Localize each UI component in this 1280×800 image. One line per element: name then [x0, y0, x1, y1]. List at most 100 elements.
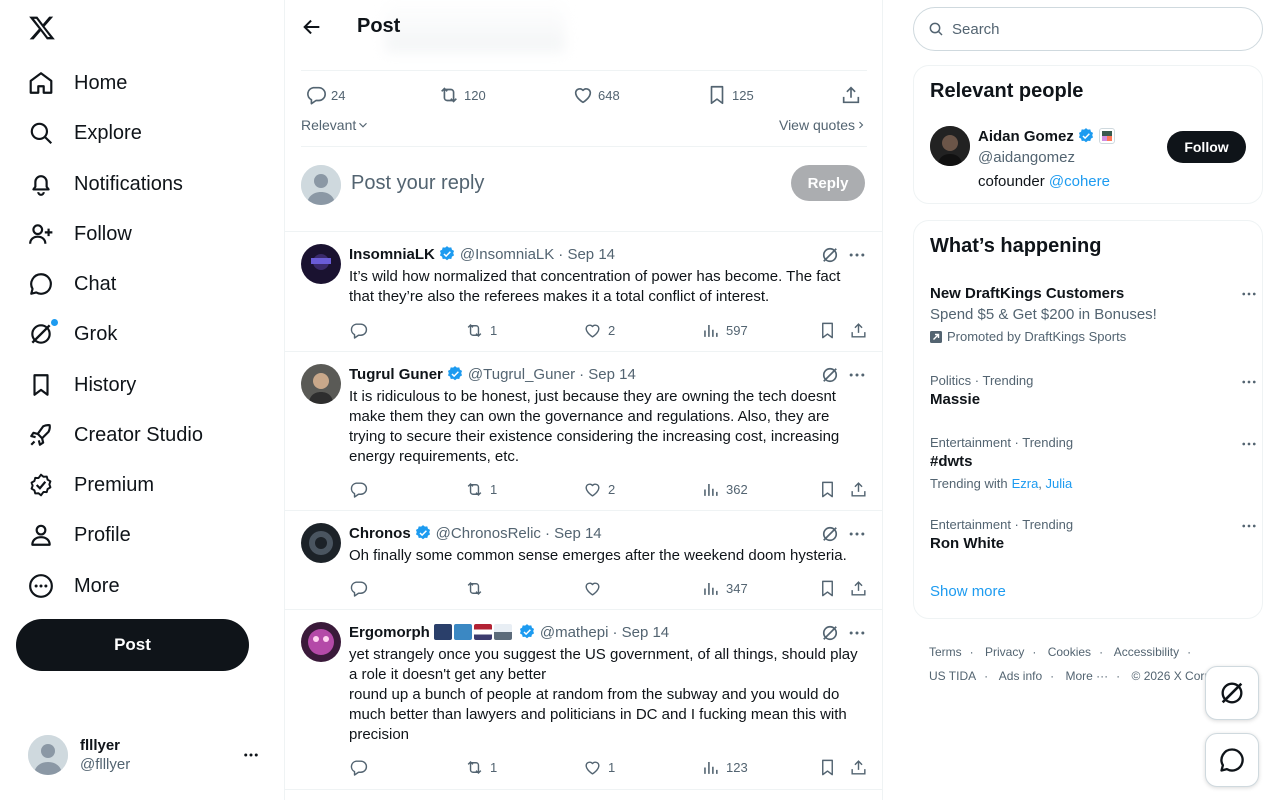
nav-creator-studio[interactable]: Creator Studio — [28, 415, 203, 455]
author-name[interactable]: Tugrul Guner — [349, 366, 443, 383]
footer-us-tida[interactable]: US TIDA — [929, 669, 976, 683]
nav-notifications[interactable]: Notifications — [28, 164, 183, 204]
more-horizontal-icon[interactable] — [1240, 435, 1258, 453]
bookmark-action[interactable] — [818, 479, 837, 499]
sort-dropdown[interactable]: Relevant — [301, 117, 370, 133]
like-action[interactable]: 1 — [583, 757, 615, 777]
nav-profile[interactable]: Profile — [28, 515, 131, 555]
footer-cookies[interactable]: Cookies — [1048, 645, 1091, 659]
likes-stat[interactable]: 648 — [572, 83, 620, 107]
trend-item[interactable]: Entertainment · Trending #dwts Trending … — [930, 435, 1256, 491]
person-name-row[interactable]: Aidan Gomez — [978, 127, 1115, 145]
messages-floating-button[interactable] — [1205, 733, 1259, 787]
reply-action[interactable] — [349, 578, 374, 598]
reposts-stat[interactable]: 120 — [438, 83, 486, 107]
nav-chat[interactable]: Chat — [28, 264, 116, 304]
author-handle[interactable]: @Tugrul_Guner — [468, 366, 575, 383]
share-action[interactable] — [849, 320, 868, 340]
nav-more[interactable]: More — [28, 566, 120, 606]
reply-input[interactable]: Post your reply — [351, 172, 484, 195]
more-horizontal-icon[interactable] — [1240, 373, 1258, 391]
view-quotes-link[interactable]: View quotes — [779, 117, 867, 133]
replies-stat[interactable]: 24 — [305, 83, 345, 107]
author-handle[interactable]: @InsomniaLK — [460, 246, 554, 263]
more-horizontal-icon[interactable] — [1240, 285, 1258, 303]
author-handle[interactable]: @mathepi — [540, 624, 609, 641]
like-action[interactable]: 2 — [583, 320, 615, 340]
footer-more[interactable]: More ··· — [1066, 669, 1109, 683]
footer-ads-info[interactable]: Ads info — [999, 669, 1042, 683]
like-action[interactable]: 2 — [583, 479, 615, 499]
share-action[interactable] — [849, 479, 868, 499]
more-horizontal-icon[interactable] — [847, 524, 867, 544]
post-date[interactable]: · Sep 14 — [579, 366, 636, 383]
nav-grok[interactable]: Grok — [28, 314, 117, 354]
share-action[interactable] — [849, 578, 868, 598]
views-action[interactable]: 347 — [701, 578, 748, 598]
footer-terms[interactable]: Terms — [929, 645, 962, 659]
grok-icon[interactable] — [820, 245, 840, 265]
follow-button[interactable]: Follow — [1167, 131, 1246, 163]
trend-item[interactable]: New DraftKings Customers Spend $5 & Get … — [930, 285, 1256, 344]
more-horizontal-icon[interactable] — [242, 746, 260, 764]
avatar[interactable] — [301, 244, 341, 284]
avatar[interactable] — [301, 622, 341, 662]
post-button[interactable]: Post — [16, 619, 249, 671]
views-action[interactable]: 123 — [701, 757, 748, 777]
footer-accessibility[interactable]: Accessibility — [1114, 645, 1179, 659]
reply-tweet[interactable]: Chronos @ChronosRelic · Sep 14 Oh finall… — [285, 510, 882, 609]
reply-button[interactable]: Reply — [791, 165, 865, 201]
views-action[interactable]: 362 — [701, 479, 748, 499]
more-horizontal-icon[interactable] — [847, 245, 867, 265]
like-action[interactable] — [583, 578, 608, 598]
grok-icon[interactable] — [820, 365, 840, 385]
repost-action[interactable] — [465, 578, 490, 598]
search-box[interactable] — [913, 7, 1263, 51]
avatar[interactable] — [301, 523, 341, 563]
nav-premium[interactable]: Premium — [28, 465, 154, 505]
grok-floating-button[interactable] — [1205, 666, 1259, 720]
footer-privacy[interactable]: Privacy — [985, 645, 1024, 659]
search-input[interactable] — [952, 20, 1242, 38]
bookmark-action[interactable] — [818, 578, 837, 598]
bio-link[interactable]: @cohere — [1049, 173, 1110, 190]
author-name[interactable]: Chronos — [349, 525, 411, 542]
author-handle[interactable]: @ChronosRelic — [436, 525, 541, 542]
more-horizontal-icon[interactable] — [847, 623, 867, 643]
views-action[interactable]: 597 — [701, 320, 748, 340]
trend-item[interactable]: Entertainment · Trending Ron White — [930, 517, 1256, 552]
person-handle[interactable]: @aidangomez — [978, 149, 1075, 166]
reply-action[interactable] — [349, 479, 374, 499]
account-switcher[interactable]: flllyer @flllyer — [28, 735, 268, 775]
more-horizontal-icon[interactable] — [1240, 517, 1258, 535]
nav-explore[interactable]: Explore — [28, 113, 142, 153]
x-logo-icon[interactable] — [28, 14, 56, 42]
reply-action[interactable] — [349, 757, 374, 777]
reply-action[interactable] — [349, 320, 374, 340]
more-horizontal-icon[interactable] — [847, 365, 867, 385]
repost-action[interactable]: 1 — [465, 479, 497, 499]
author-name[interactable]: InsomniaLK — [349, 246, 435, 263]
back-arrow-icon[interactable] — [301, 16, 323, 38]
bookmark-action[interactable] — [818, 757, 837, 777]
share-action[interactable] — [849, 757, 868, 777]
nav-home[interactable]: Home — [28, 63, 127, 103]
avatar[interactable] — [301, 364, 341, 404]
nav-history[interactable]: History — [28, 365, 136, 405]
trend-item[interactable]: Politics · Trending Massie — [930, 373, 1256, 408]
avatar[interactable] — [930, 126, 970, 166]
trending-with-link[interactable]: Ezra — [1012, 476, 1039, 491]
post-date[interactable]: · Sep 14 — [612, 624, 669, 641]
post-date[interactable]: · Sep 14 — [545, 525, 602, 542]
repost-action[interactable]: 1 — [465, 757, 497, 777]
bookmark-action[interactable] — [818, 320, 837, 340]
reply-tweet[interactable]: Tugrul Guner @Tugrul_Guner · Sep 14 It i… — [285, 351, 882, 510]
author-name[interactable]: Ergomorph — [349, 624, 430, 641]
grok-icon[interactable] — [820, 623, 840, 643]
repost-action[interactable]: 1 — [465, 320, 497, 340]
post-date[interactable]: · Sep 14 — [558, 246, 615, 263]
share-stat[interactable] — [840, 83, 862, 107]
nav-follow[interactable]: Follow — [28, 214, 132, 254]
grok-icon[interactable] — [820, 524, 840, 544]
show-more-link[interactable]: Show more — [930, 583, 1006, 600]
